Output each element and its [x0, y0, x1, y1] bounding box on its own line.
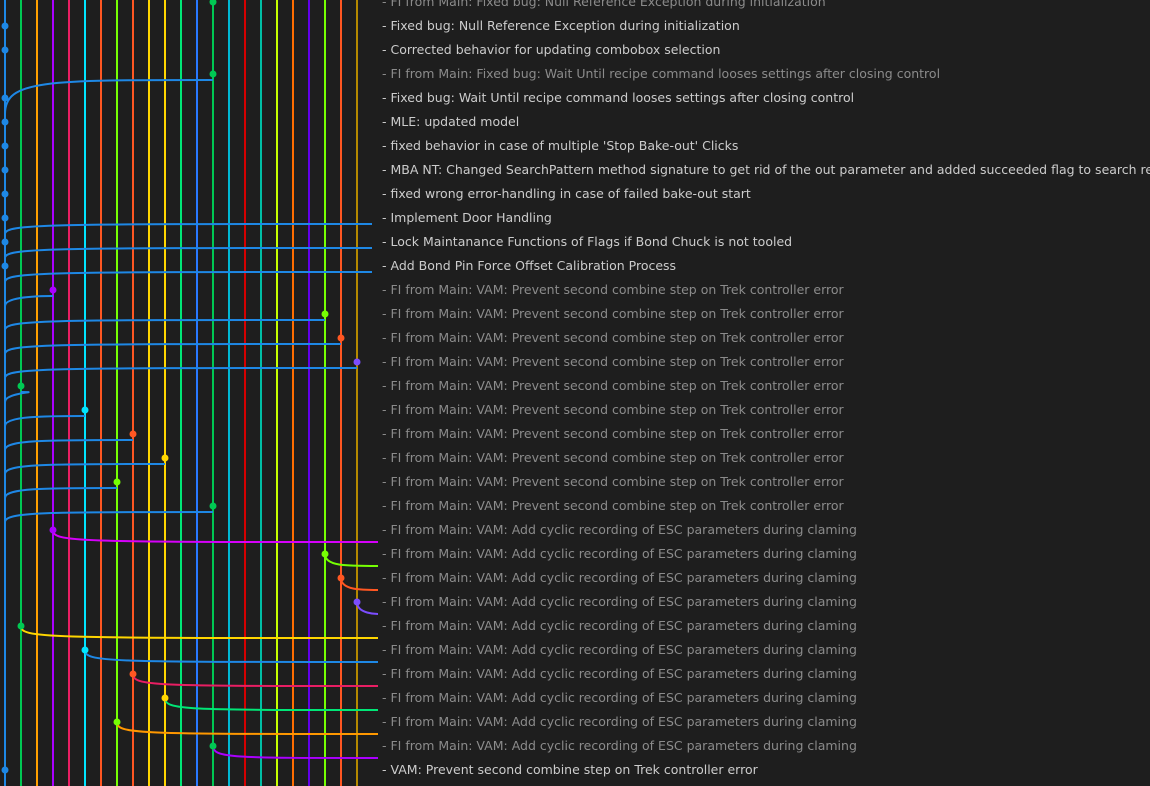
commit-dot[interactable]	[353, 358, 361, 366]
commit-dot[interactable]	[1, 118, 9, 126]
commit-row[interactable]: - FI from Main: VAM: Prevent second comb…	[382, 350, 844, 374]
commit-row[interactable]: - Implement Door Handling	[382, 206, 552, 230]
graph-merge-curve	[4, 415, 86, 427]
graph-merge-curve	[4, 391, 30, 403]
commit-dot[interactable]	[1, 766, 9, 774]
commit-row[interactable]: - Add Bond Pin Force Offset Calibration …	[382, 254, 676, 278]
commit-row[interactable]: - FI from Main: VAM: Add cyclic recordin…	[382, 518, 857, 542]
commit-dot[interactable]	[1, 262, 9, 270]
commit-row[interactable]: - FI from Main: VAM: Add cyclic recordin…	[382, 614, 857, 638]
commit-row[interactable]: - Fixed bug: Null Reference Exception du…	[382, 14, 740, 38]
graph-merge-curve	[4, 343, 342, 355]
commit-row[interactable]: - fixed wrong error-handling in case of …	[382, 182, 751, 206]
graph-branch-curve	[116, 721, 378, 735]
commit-dot[interactable]	[321, 310, 329, 318]
commit-dot[interactable]	[209, 70, 217, 78]
graph-branch-curve	[212, 745, 378, 759]
commit-dot[interactable]	[1, 46, 9, 54]
commit-row[interactable]: - FI from Main: VAM: Prevent second comb…	[382, 422, 844, 446]
commit-dot[interactable]	[161, 454, 169, 462]
commit-dot[interactable]	[1, 238, 9, 246]
commit-row[interactable]: - FI from Main: VAM: Prevent second comb…	[382, 302, 844, 326]
commit-dot[interactable]	[129, 430, 137, 438]
commit-row[interactable]: - FI from Main: VAM: Add cyclic recordin…	[382, 710, 857, 734]
commit-dot[interactable]	[337, 574, 345, 582]
commit-row[interactable]: - FI from Main: VAM: Prevent second comb…	[382, 398, 844, 422]
commit-row[interactable]: - MLE: updated model	[382, 110, 519, 134]
commit-dot[interactable]	[113, 718, 121, 726]
commit-dot[interactable]	[209, 742, 217, 750]
commit-row[interactable]: - VAM: Prevent second combine step on Tr…	[382, 758, 758, 782]
commit-dot[interactable]	[1, 94, 9, 102]
graph-branch-curve	[356, 601, 378, 615]
commit-row[interactable]: - FI from Main: VAM: Prevent second comb…	[382, 446, 844, 470]
commit-row[interactable]: - Corrected behavior for updating combob…	[382, 38, 720, 62]
commit-row[interactable]: - FI from Main: VAM: Prevent second comb…	[382, 470, 844, 494]
commit-dot[interactable]	[17, 622, 25, 630]
commit-dot[interactable]	[1, 142, 9, 150]
graph-branch-curve	[324, 553, 378, 567]
commit-dot[interactable]	[17, 382, 25, 390]
commit-row[interactable]: - FI from Main: VAM: Prevent second comb…	[382, 326, 844, 350]
commit-row[interactable]: - FI from Main: Fixed bug: Wait Until re…	[382, 62, 940, 86]
commit-row[interactable]: - FI from Main: VAM: Add cyclic recordin…	[382, 638, 857, 662]
commit-dot[interactable]	[1, 190, 9, 198]
commit-row[interactable]: - Lock Maintanance Functions of Flags if…	[382, 230, 792, 254]
commit-row[interactable]: - FI from Main: VAM: Add cyclic recordin…	[382, 686, 857, 710]
commit-dot[interactable]	[209, 0, 217, 6]
graph-merge-curve	[4, 295, 54, 307]
commit-dot[interactable]	[1, 22, 9, 30]
graph-merge-curve	[4, 223, 373, 235]
commit-dot[interactable]	[113, 478, 121, 486]
commit-row[interactable]: - FI from Main: VAM: Add cyclic recordin…	[382, 566, 857, 590]
commit-dot[interactable]	[337, 334, 345, 342]
commit-dot[interactable]	[321, 550, 329, 558]
commit-dot[interactable]	[161, 694, 169, 702]
commit-row[interactable]: - FI from Main: VAM: Add cyclic recordin…	[382, 662, 857, 686]
graph-branch-curve	[84, 649, 378, 663]
commit-dot[interactable]	[81, 406, 89, 414]
commit-row[interactable]: - FI from Main: VAM: Add cyclic recordin…	[382, 590, 857, 614]
commit-graph[interactable]	[0, 0, 378, 786]
commit-dot[interactable]	[1, 214, 9, 222]
graph-merge-curve	[4, 247, 373, 259]
commit-dot[interactable]	[1, 166, 9, 174]
commit-row[interactable]: - FI from Main: VAM: Prevent second comb…	[382, 494, 844, 518]
commit-dot[interactable]	[353, 598, 361, 606]
commit-row[interactable]: - FI from Main: VAM: Add cyclic recordin…	[382, 542, 857, 566]
commit-row[interactable]: - Fixed bug: Wait Until recipe command l…	[382, 86, 854, 110]
graph-branch-curve	[340, 577, 378, 591]
commit-list: - FI from Main: Fixed bug: Null Referenc…	[382, 0, 1150, 786]
commit-row[interactable]: - fixed behavior in case of multiple 'St…	[382, 134, 738, 158]
commit-row[interactable]: - MBA NT: Changed SearchPattern method s…	[382, 158, 1150, 182]
commit-row[interactable]: - FI from Main: VAM: Add cyclic recordin…	[382, 734, 857, 758]
commit-dot[interactable]	[81, 646, 89, 654]
commit-dot[interactable]	[129, 670, 137, 678]
graph-merge-curve	[4, 271, 373, 283]
commit-dot[interactable]	[209, 502, 217, 510]
commit-row[interactable]: - FI from Main: VAM: Prevent second comb…	[382, 278, 844, 302]
commit-row[interactable]: - FI from Main: VAM: Prevent second comb…	[382, 374, 844, 398]
commit-row[interactable]: - FI from Main: Fixed bug: Null Referenc…	[382, 0, 826, 14]
commit-dot[interactable]	[49, 526, 57, 534]
commit-dot[interactable]	[49, 286, 57, 294]
